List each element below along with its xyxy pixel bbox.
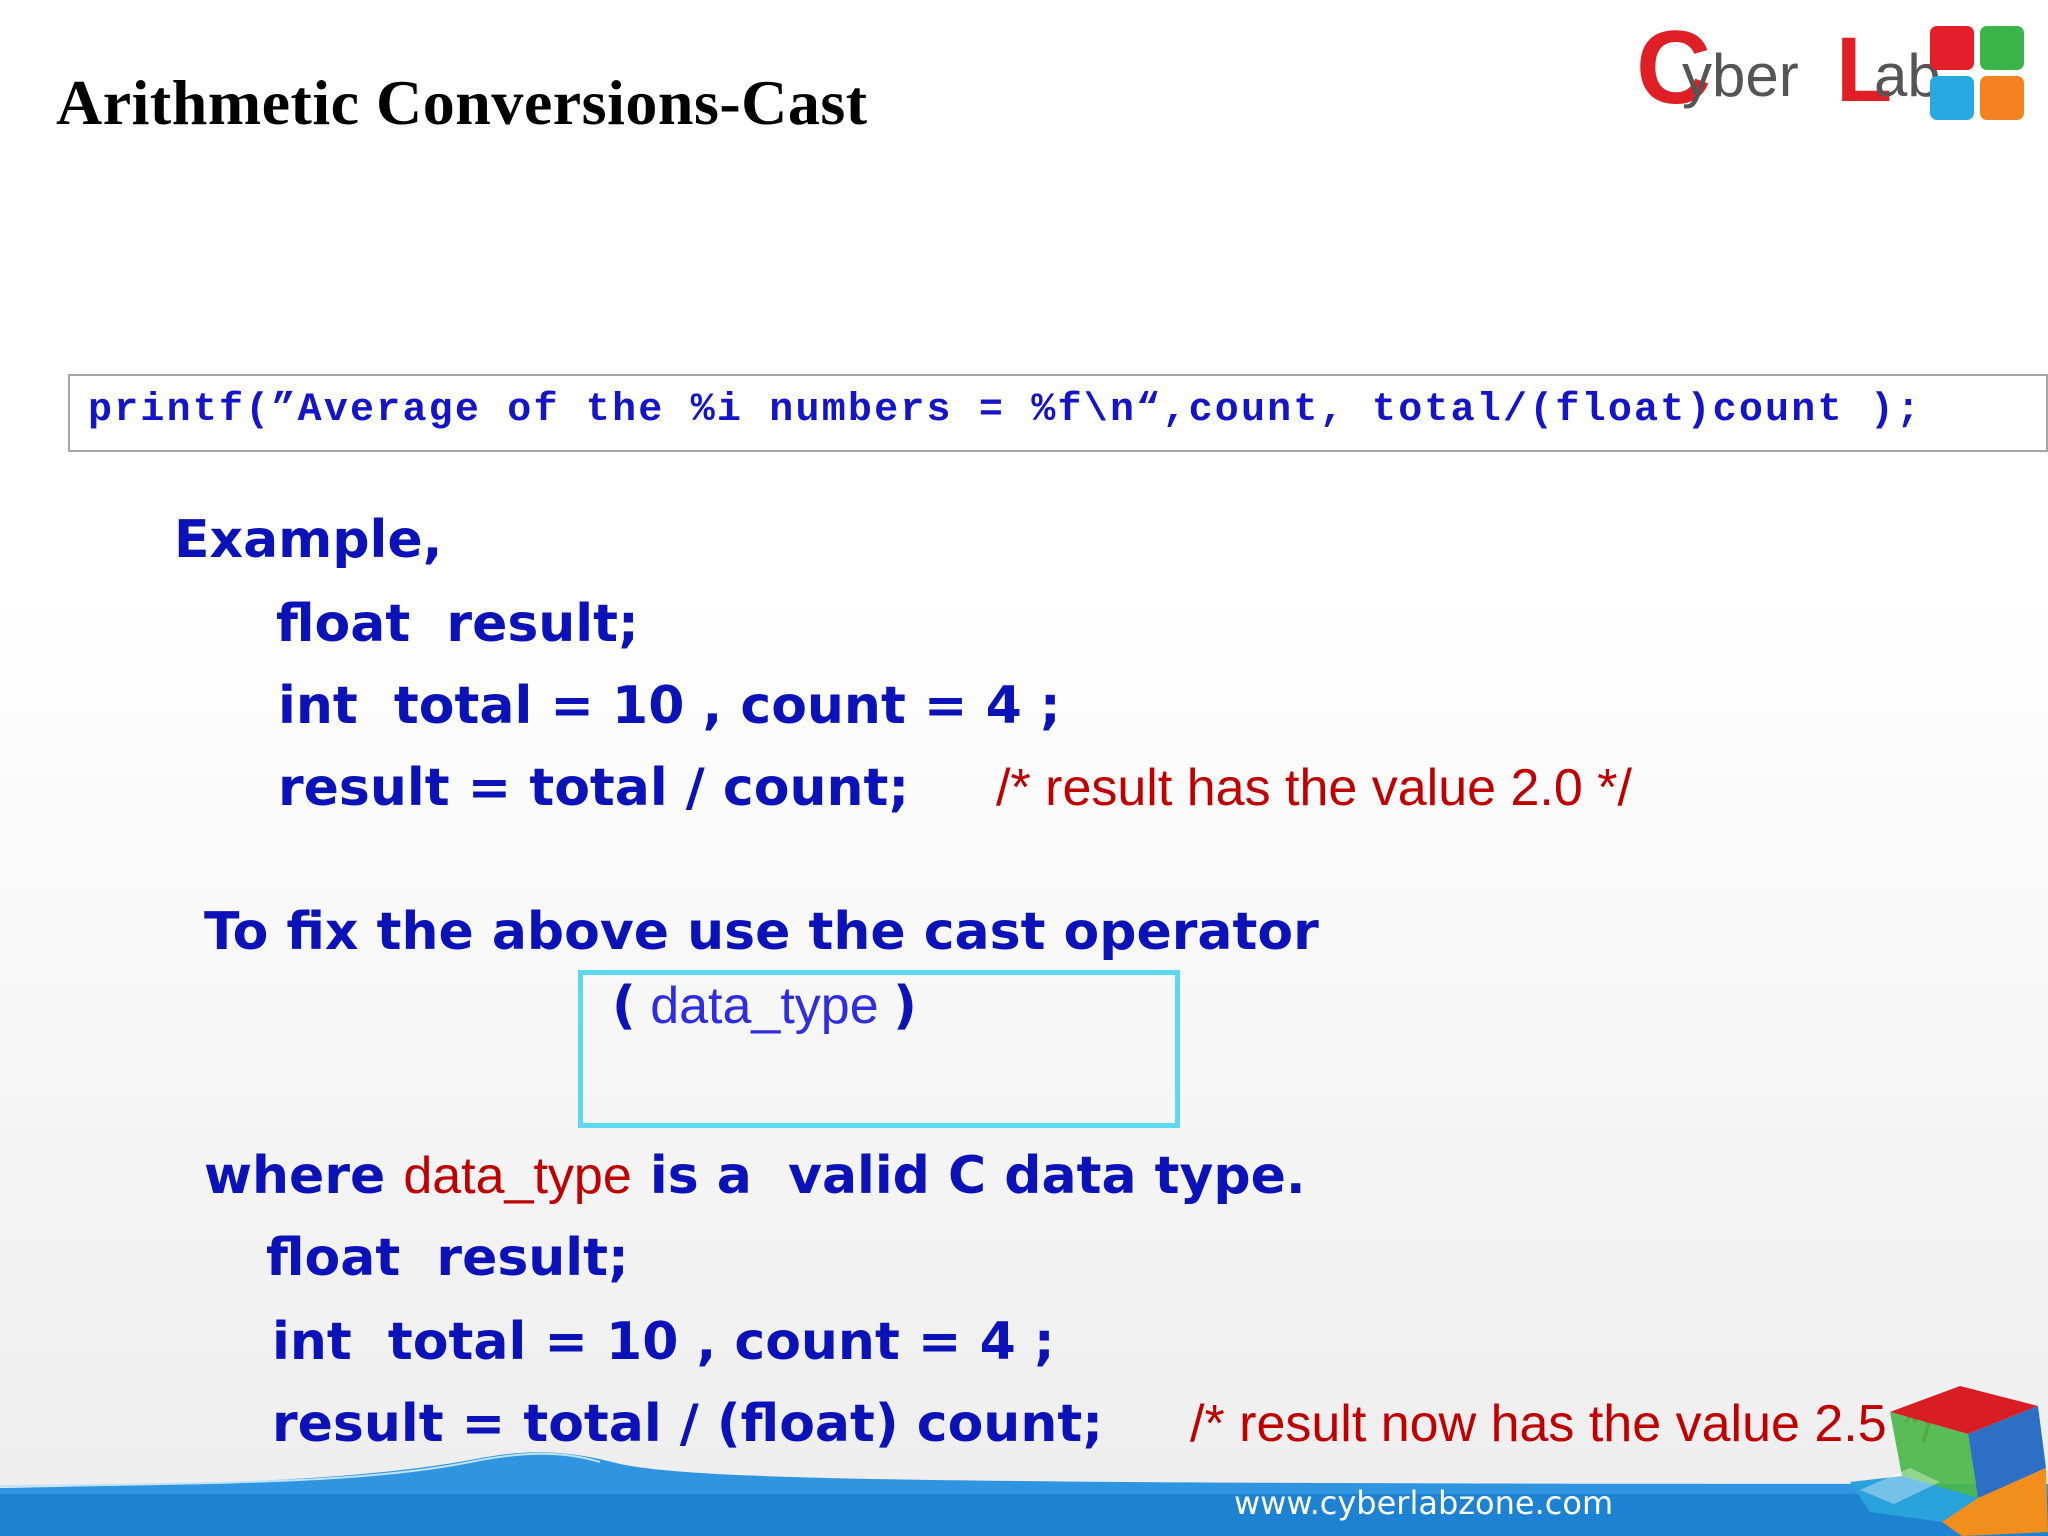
- logo-square-blue: [1930, 76, 1974, 120]
- fixed-line-int: int total = 10 , count = 4 ;: [272, 1312, 1055, 1372]
- printf-code-line: printf(”Average of the %i numbers = %f\n…: [88, 388, 1923, 433]
- fixed-line-float: float result;: [266, 1228, 629, 1288]
- logo-square-orange: [1980, 76, 2024, 120]
- example-line-int: int total = 10 , count = 4 ;: [278, 676, 1061, 736]
- where-line: where data_type is a valid C data type.: [204, 1150, 1306, 1202]
- slide-title: Arithmetic Conversions-Cast: [56, 67, 868, 138]
- cube-icon: [1850, 1386, 2048, 1536]
- where-prefix: where: [204, 1146, 404, 1206]
- footer-url: www.cyberlabzone.com: [1234, 1484, 1614, 1522]
- cyberlab-logo: C yber L ab: [1630, 16, 2028, 130]
- logo-square-green: [1980, 26, 2024, 70]
- logo-square-red: [1930, 26, 1974, 70]
- where-suffix: is a valid C data type.: [631, 1146, 1306, 1206]
- footer-wave-band: [0, 1452, 2048, 1536]
- cast-open-paren: (: [612, 976, 636, 1036]
- example-line-float: float result;: [276, 594, 639, 654]
- fix-heading: To fix the above use the cast operator: [204, 902, 1319, 962]
- cast-data-type: data_type: [635, 977, 894, 1035]
- example-heading: Example,: [174, 510, 443, 570]
- fixed-comment: /* result now has the value 2.5 */: [1190, 1395, 1936, 1453]
- example-line-result: result = total / count;: [278, 758, 910, 818]
- cast-operator-syntax: ( data_type ): [612, 980, 917, 1032]
- where-data-type: data_type: [403, 1147, 632, 1205]
- example-comment: /* result has the value 2.0 */: [996, 759, 1632, 817]
- logo-text-yber: yber: [1682, 42, 1799, 109]
- cast-close-paren: ): [893, 976, 917, 1036]
